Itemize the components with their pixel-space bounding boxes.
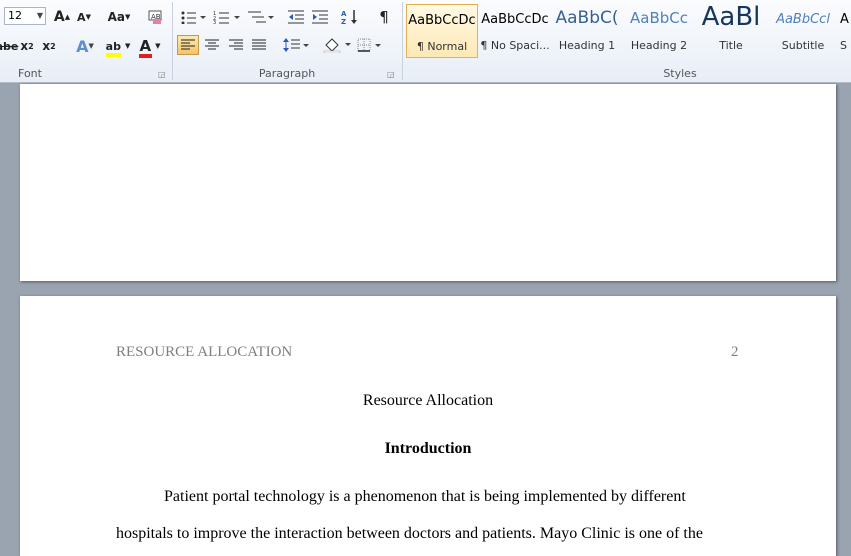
decrease-indent-button[interactable] [286,7,306,27]
style-name: Title [719,39,743,52]
svg-text:Z: Z [341,18,346,25]
style-name: Heading 1 [558,39,616,52]
style-heading-1[interactable]: AaBbC( Heading 1 [552,4,622,58]
line-spacing-icon [283,38,309,52]
section-heading: Introduction [384,440,472,457]
align-right-icon [229,39,243,50]
paragraph-line: hospitals to improve the interaction bet… [116,525,703,542]
page-2[interactable]: RESOURCE ALLOCATION 2 Resource Allocatio… [20,296,836,556]
style-sample: AaBbCcl [776,12,830,27]
highlight-button[interactable]: ab ▼ [102,36,134,57]
font-size-box[interactable]: 12 ▼ [4,7,46,25]
align-center-icon [205,39,219,50]
style-sample: AaBbCc [630,9,688,27]
style-name: S [840,39,847,52]
decrease-indent-icon [288,10,304,24]
style-sample: AaBbCcDc [408,13,476,28]
numbering-button[interactable]: 123 [212,7,242,27]
align-left-button[interactable] [177,35,199,55]
styles-group-label: Styles [663,67,697,80]
bullets-button[interactable] [178,7,208,27]
sort-button[interactable]: AZ [340,7,360,27]
ribbon: 12 ▼ A▲ A▼ Aa▼ AB abe x2 x2 A▼ ab ▼ A ▼ … [0,0,851,83]
text-effects-button[interactable]: A ▼ [72,36,98,56]
style-name: ¶ Normal [416,40,468,53]
justify-icon [252,39,266,50]
font-dialog-launcher-icon[interactable]: ◲ [158,70,166,79]
style-sample: A [840,12,849,27]
clear-formatting-icon: AB [148,10,162,24]
chevron-down-icon[interactable]: ▼ [37,8,43,24]
subscript-button[interactable]: x2 [18,36,36,56]
bullets-icon [181,11,206,24]
show-formatting-marks-button[interactable]: ¶ [374,7,394,27]
sort-icon: AZ [341,10,357,25]
increase-indent-button[interactable] [310,7,330,27]
styles-gallery: AaBbCcDc ¶ Normal AaBbCcDc ¶ No Spaci...… [406,4,851,60]
style-sample: AaBbC( [555,8,619,28]
align-right-button[interactable] [226,35,246,55]
font-size-value: 12 [8,9,22,22]
borders-button[interactable] [356,35,386,55]
multilevel-list-button[interactable] [246,7,276,27]
increase-indent-icon [312,10,328,24]
numbering-icon: 123 [213,11,240,24]
shrink-font-button[interactable]: A ▼ [74,7,94,27]
justify-button[interactable] [249,35,269,55]
borders-icon [357,38,381,52]
style-title[interactable]: AaBl Title [696,4,766,58]
font-color-button[interactable]: A ▼ [136,36,164,58]
style-sample: AaBl [701,4,761,32]
change-case-button[interactable]: Aa ▼ [105,7,133,27]
paragraph-dialog-launcher-icon[interactable]: ◲ [387,70,395,79]
style-name: Subtitle [781,39,825,52]
page-1[interactable] [20,84,836,281]
shading-button[interactable] [322,35,352,55]
document-title: Resource Allocation [362,392,494,409]
line-spacing-button[interactable] [282,35,310,55]
style-sample: AaBbCcDc [481,12,549,27]
svg-text:A: A [341,10,347,18]
page-number: 2 [731,344,739,360]
style-more[interactable]: A S [840,4,851,58]
style-name: ¶ No Spaci... [480,39,550,52]
strikethrough-button[interactable]: abe [0,36,18,56]
svg-text:3: 3 [213,20,216,24]
font-group-label: Font [18,67,42,80]
align-left-icon [181,39,195,50]
align-center-button[interactable] [202,35,222,55]
paragraph-line: Patient portal technology is a phenomeno… [164,488,686,505]
paint-bucket-icon [323,38,351,53]
style-subtitle[interactable]: AaBbCcl Subtitle [768,4,838,58]
style-normal[interactable]: AaBbCcDc ¶ Normal [406,4,478,58]
clear-formatting-button[interactable]: AB [145,7,165,27]
style-no-spacing[interactable]: AaBbCcDc ¶ No Spaci... [480,4,550,58]
multilevel-list-icon [248,11,274,23]
paragraph-group-label: Paragraph [258,67,316,80]
svg-text:AB: AB [151,13,161,21]
running-head: RESOURCE ALLOCATION [116,344,293,360]
style-name: Heading 2 [630,39,688,52]
style-heading-2[interactable]: AaBbCc Heading 2 [624,4,694,58]
grow-font-button[interactable]: A ▲ [52,7,72,27]
superscript-button[interactable]: x2 [40,36,58,56]
